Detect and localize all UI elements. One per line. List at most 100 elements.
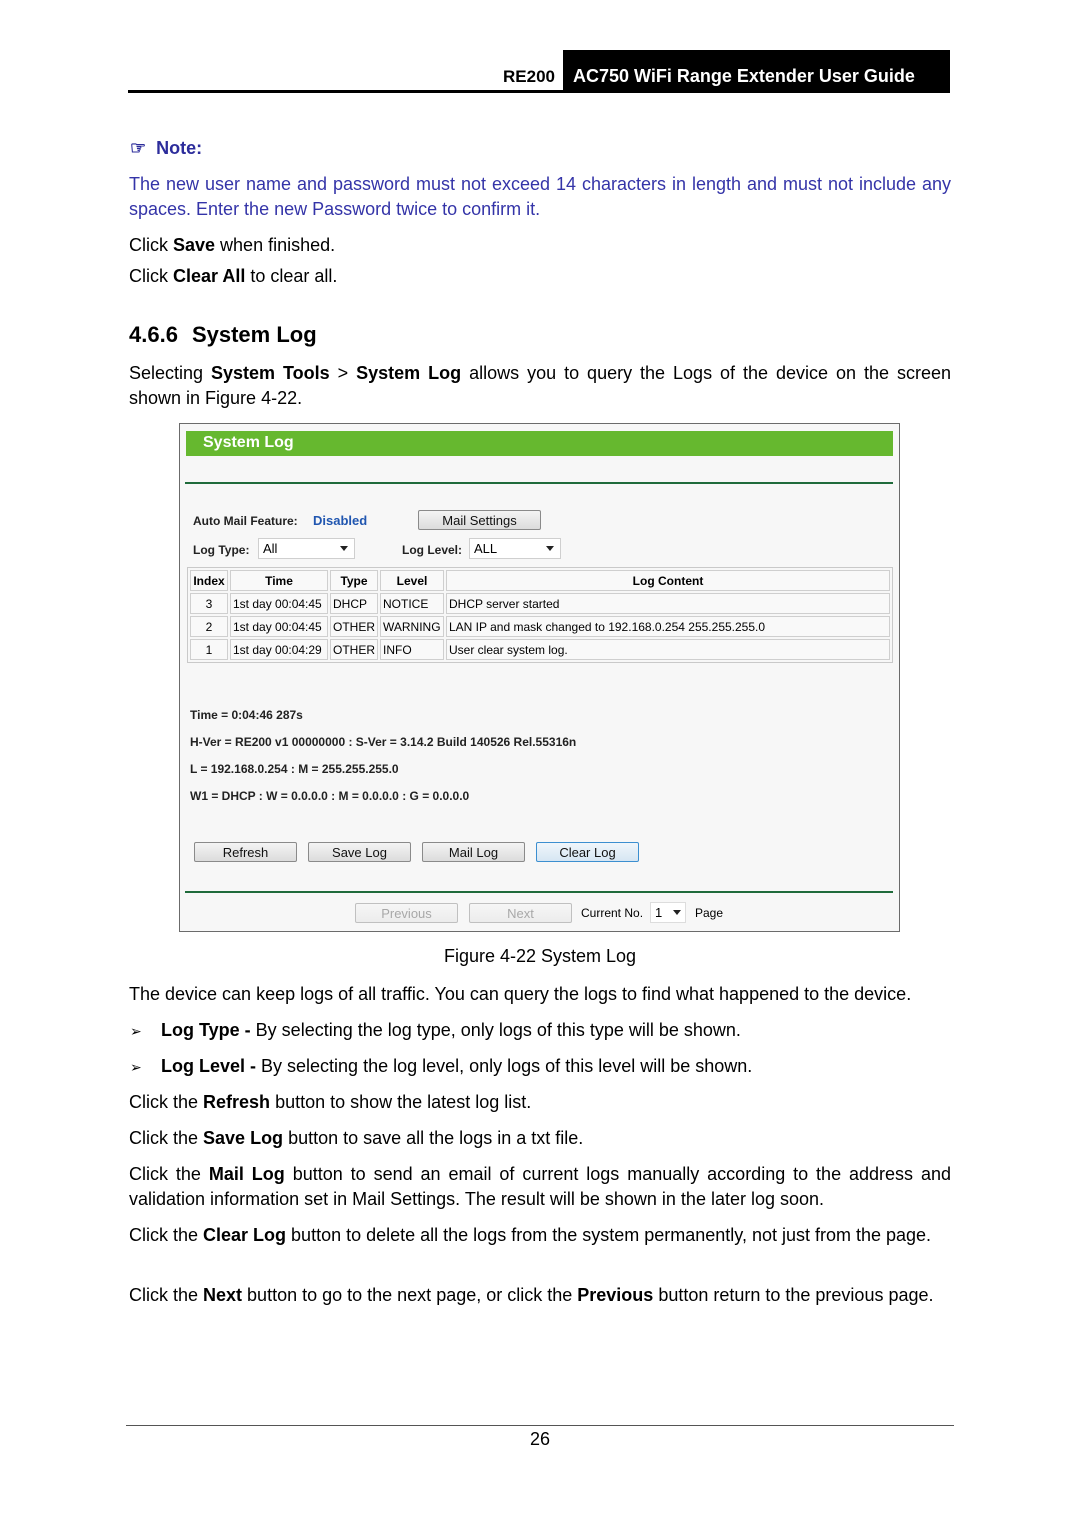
- paragraph-navigation: Click the Next button to go to the next …: [129, 1284, 951, 1307]
- paragraph-logs: The device can keep logs of all traffic.…: [129, 984, 912, 1004]
- current-no-label: Current No.: [581, 906, 644, 920]
- bold-text: Mail Log: [208, 1164, 285, 1184]
- cell-index: 3: [190, 593, 228, 614]
- page-select-value: 1: [655, 905, 663, 920]
- previous-button[interactable]: Previous: [355, 903, 458, 923]
- bold-text: Previous: [577, 1285, 654, 1305]
- bold-text: Clear All: [173, 266, 246, 286]
- text: Click the: [129, 1128, 204, 1148]
- divider: [185, 482, 893, 484]
- cell-index: 1: [190, 639, 228, 660]
- text: Selecting: [129, 363, 212, 383]
- paragraph-save-log: Click the Save Log button to save all th…: [129, 1126, 583, 1151]
- text: Click the: [129, 1092, 204, 1112]
- arrow-bullet-icon: ➢: [130, 1059, 142, 1075]
- log-level-label: Log Level:: [402, 543, 463, 557]
- log-type-value: All: [263, 541, 278, 556]
- text: to clear all.: [245, 266, 338, 286]
- mail-log-button[interactable]: Mail Log: [422, 842, 525, 862]
- refresh-button[interactable]: Refresh: [194, 842, 297, 862]
- table-row: 2 1st day 00:04:45 OTHER WARNING LAN IP …: [190, 616, 890, 637]
- section-heading: 4.6.6 System Log: [129, 322, 317, 348]
- text: By selecting the log type, only logs of …: [250, 1020, 741, 1040]
- column-header-type: Type: [330, 570, 378, 591]
- text: Click: [129, 266, 173, 286]
- table-row: 1 1st day 00:04:29 OTHER INFO User clear…: [190, 639, 890, 660]
- bullet-text: Log Type - By selecting the log type, on…: [161, 1018, 741, 1043]
- info-time: Time = 0:04:46 287s: [190, 708, 303, 722]
- save-instruction: Click Save when finished.: [129, 233, 335, 258]
- next-button[interactable]: Next: [469, 903, 572, 923]
- header-model: RE200: [503, 67, 555, 86]
- log-level-select[interactable]: ALL: [469, 538, 561, 559]
- page-label: Page: [695, 906, 724, 920]
- header-title: AC750 WiFi Range Extender User Guide: [563, 50, 950, 90]
- cell-log-content: User clear system log.: [446, 639, 890, 660]
- bullet-log-level: ➢ Log Level - By selecting the log level…: [130, 1054, 752, 1080]
- note-text: The new user name and password must not …: [129, 174, 951, 219]
- clear-log-button[interactable]: Clear Log: [536, 842, 639, 862]
- bold-text: Next: [203, 1285, 243, 1305]
- note-heading: ☞ Note:: [130, 138, 202, 159]
- cell-time: 1st day 00:04:29: [230, 639, 328, 660]
- log-level-value: ALL: [474, 541, 498, 556]
- text: By selecting the log level, only logs of…: [256, 1056, 753, 1076]
- cell-log-content: LAN IP and mask changed to 192.168.0.254…: [446, 616, 890, 637]
- cell-type: DHCP: [330, 593, 378, 614]
- log-type-select[interactable]: All: [258, 538, 355, 559]
- mail-settings-button[interactable]: Mail Settings: [418, 510, 541, 530]
- cell-type: OTHER: [330, 639, 378, 660]
- page-select[interactable]: 1: [650, 902, 686, 923]
- text: button to go to the next page, or click …: [242, 1285, 578, 1305]
- text: button to show the latest log list.: [270, 1092, 532, 1112]
- info-lan: L = 192.168.0.254 : M = 255.255.255.0: [190, 762, 399, 776]
- footer-divider: [126, 1425, 954, 1426]
- paragraph-mail-log: Click the Mail Log button to send an ema…: [129, 1162, 951, 1212]
- log-table: Index Time Type Level Log Content 3 1st …: [187, 567, 893, 663]
- cell-time: 1st day 00:04:45: [230, 616, 328, 637]
- bold-text: Log Level -: [161, 1056, 257, 1076]
- bullet-text: Log Level - By selecting the log level, …: [161, 1054, 752, 1079]
- panel-title: System Log: [186, 431, 893, 456]
- cell-type: OTHER: [330, 616, 378, 637]
- save-log-button[interactable]: Save Log: [308, 842, 411, 862]
- bold-text: System Tools: [211, 363, 330, 383]
- bold-text: Save: [173, 235, 216, 255]
- text: Click: [129, 235, 173, 255]
- cell-level: INFO: [380, 639, 444, 660]
- section-number: 4.6.6: [129, 322, 178, 347]
- pointing-hand-icon: ☞: [130, 138, 147, 158]
- column-header-time: Time: [230, 570, 328, 591]
- text: Click the: [129, 1225, 204, 1245]
- dropdown-arrow-icon: [546, 546, 554, 551]
- cell-level: NOTICE: [380, 593, 444, 614]
- column-header-index: Index: [190, 570, 228, 591]
- arrow-bullet-icon: ➢: [130, 1023, 142, 1039]
- auto-mail-label: Auto Mail Feature:: [193, 514, 298, 528]
- bold-text: Clear Log: [203, 1225, 287, 1245]
- section-description: Selecting System Tools > System Log allo…: [129, 361, 951, 411]
- text: button return to the previous page.: [653, 1285, 934, 1305]
- info-version: H-Ver = RE200 v1 00000000 : S-Ver = 3.14…: [190, 735, 577, 749]
- note-label: Note:: [156, 138, 203, 158]
- table-row: 3 1st day 00:04:45 DHCP NOTICE DHCP serv…: [190, 593, 890, 614]
- text: >: [329, 363, 357, 383]
- text: button to delete all the logs from the s…: [286, 1225, 932, 1245]
- bold-text: Save Log: [203, 1128, 284, 1148]
- text: button to save all the logs in a txt fil…: [283, 1128, 584, 1148]
- text: Click the: [129, 1285, 204, 1305]
- bold-text: Log Type -: [161, 1020, 251, 1040]
- auto-mail-value: Disabled: [313, 513, 368, 528]
- figure-caption: Figure 4-22 System Log: [443, 946, 637, 966]
- clear-all-instruction: Click Clear All to clear all.: [129, 264, 337, 289]
- cell-index: 2: [190, 616, 228, 637]
- page-number: 26: [529, 1429, 551, 1449]
- divider: [185, 891, 893, 893]
- section-title: System Log: [191, 322, 317, 347]
- cell-time: 1st day 00:04:45: [230, 593, 328, 614]
- log-type-label: Log Type:: [193, 543, 250, 557]
- bold-text: Refresh: [203, 1092, 271, 1112]
- dropdown-arrow-icon: [340, 546, 348, 551]
- bold-text: System Log: [356, 363, 462, 383]
- dropdown-arrow-icon: [673, 910, 681, 915]
